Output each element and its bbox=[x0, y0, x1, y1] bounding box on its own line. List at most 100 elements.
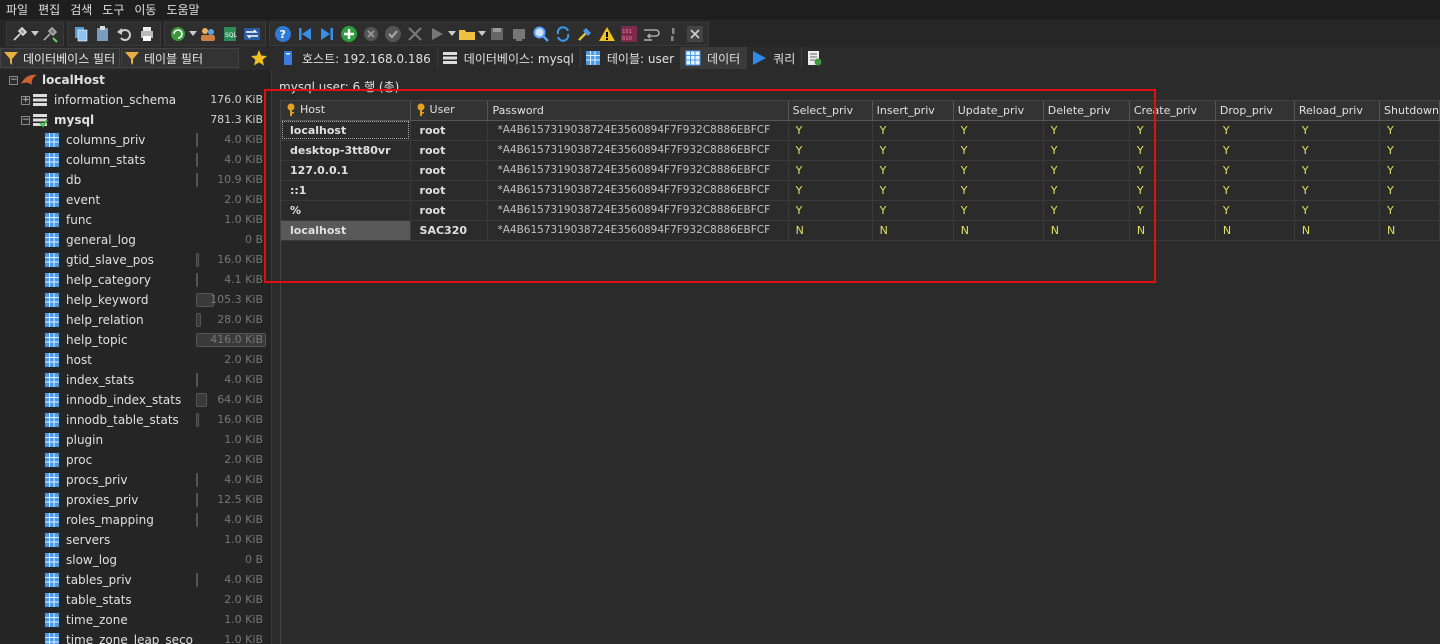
collapse-toggle[interactable]: − bbox=[21, 116, 30, 125]
table-cell[interactable]: Y bbox=[1294, 120, 1381, 141]
table-cell[interactable]: Y bbox=[872, 140, 954, 161]
table-cell[interactable]: Y bbox=[1379, 120, 1440, 141]
column-header[interactable]: Drop_priv bbox=[1215, 101, 1295, 121]
tree-table-item[interactable]: general_log bbox=[44, 230, 136, 250]
table-cell[interactable]: ::1 bbox=[281, 180, 411, 201]
tab-data[interactable]: 데이터 bbox=[681, 47, 748, 69]
tree-table-item[interactable]: columns_priv bbox=[44, 130, 145, 150]
table-row[interactable]: 127.0.0.1 root *A4B6157319038724E3560894F7… bbox=[281, 160, 1440, 181]
tree-table-item[interactable]: time_zone bbox=[44, 610, 128, 630]
table-cell[interactable]: Y bbox=[1215, 200, 1295, 221]
table-cell[interactable]: Y bbox=[872, 160, 954, 181]
paste-icon[interactable] bbox=[93, 24, 113, 44]
data-grid[interactable]: Host User Password Select_priv Insert_priv Up… bbox=[280, 100, 1440, 644]
menu-file[interactable]: 파일 bbox=[2, 0, 34, 20]
table-cell[interactable]: Y bbox=[1043, 140, 1130, 161]
table-cell[interactable]: N bbox=[1215, 220, 1295, 241]
table-cell[interactable]: root bbox=[410, 160, 489, 181]
copy-icon[interactable] bbox=[71, 24, 91, 44]
replace-icon[interactable] bbox=[553, 24, 573, 44]
table-cell[interactable]: root bbox=[410, 120, 489, 141]
menu-tools[interactable]: 도구 bbox=[98, 0, 130, 20]
close-icon[interactable] bbox=[685, 24, 705, 44]
table-cell[interactable]: Y bbox=[1129, 160, 1216, 181]
menu-edit[interactable]: 편집 bbox=[34, 0, 66, 20]
sync-icon[interactable] bbox=[242, 24, 262, 44]
tree-table-item[interactable]: gtid_slave_pos bbox=[44, 250, 154, 270]
tree-table-item[interactable]: help_keyword bbox=[44, 290, 148, 310]
table-cell[interactable]: Y bbox=[788, 140, 873, 161]
table-cell[interactable]: N bbox=[1379, 220, 1440, 241]
menu-search[interactable]: 검색 bbox=[66, 0, 98, 20]
tree-table-item[interactable]: procs_priv bbox=[44, 470, 127, 490]
table-cell[interactable]: N bbox=[872, 220, 954, 241]
tree-table-item[interactable]: slow_log bbox=[44, 550, 117, 570]
chevron-down-icon[interactable] bbox=[189, 24, 197, 44]
database-filter[interactable]: 데이터베이스 필터 bbox=[0, 48, 120, 68]
table-cell[interactable]: Y bbox=[1379, 180, 1440, 201]
table-cell[interactable]: Y bbox=[1379, 160, 1440, 181]
first-record-icon[interactable] bbox=[295, 24, 315, 44]
table-cell[interactable]: *A4B6157319038724E3560894F7F932C8886EBFC… bbox=[487, 140, 789, 161]
wrap-icon[interactable] bbox=[641, 24, 661, 44]
table-cell[interactable]: Y bbox=[953, 180, 1044, 201]
tab-table[interactable]: 테이블: user bbox=[580, 47, 682, 69]
table-cell[interactable]: *A4B6157319038724E3560894F7F932C8886EBFC… bbox=[487, 120, 789, 141]
table-cell[interactable]: Y bbox=[872, 180, 954, 201]
table-row[interactable]: desktop-3tt80vr root *A4B6157319038724E356… bbox=[281, 140, 1440, 161]
table-cell[interactable]: Y bbox=[1043, 180, 1130, 201]
table-cell[interactable]: SAC320 bbox=[410, 220, 489, 241]
column-header[interactable]: User bbox=[410, 101, 489, 121]
table-cell[interactable]: Y bbox=[953, 200, 1044, 221]
comment-icon[interactable] bbox=[663, 24, 683, 44]
table-cell[interactable]: Y bbox=[1129, 180, 1216, 201]
chevron-down-icon[interactable] bbox=[31, 24, 39, 44]
table-cell[interactable]: N bbox=[788, 220, 873, 241]
table-row[interactable]: ::1 root *A4B6157319038724E3560894F7F932C8… bbox=[281, 180, 1440, 201]
tree-table-item[interactable]: index_stats bbox=[44, 370, 134, 390]
table-cell[interactable]: Y bbox=[1379, 140, 1440, 161]
table-row[interactable]: localhost root *A4B6157319038724E3560894F7… bbox=[281, 120, 1440, 141]
column-header[interactable]: Delete_priv bbox=[1043, 101, 1130, 121]
binary-icon[interactable]: 101 010 bbox=[619, 24, 639, 44]
table-cell[interactable]: localhost bbox=[281, 120, 411, 141]
table-cell[interactable]: root bbox=[410, 180, 489, 201]
favorites-button[interactable] bbox=[248, 48, 270, 68]
user-manager-icon[interactable] bbox=[198, 24, 218, 44]
table-cell[interactable]: Y bbox=[1215, 180, 1295, 201]
delete-record-icon[interactable] bbox=[361, 24, 381, 44]
table-cell[interactable]: Y bbox=[1043, 200, 1130, 221]
table-cell[interactable]: Y bbox=[788, 180, 873, 201]
table-cell[interactable]: Y bbox=[1129, 120, 1216, 141]
post-record-icon[interactable] bbox=[383, 24, 403, 44]
tree-table-item[interactable]: proc bbox=[44, 450, 92, 470]
save-snippet-icon[interactable] bbox=[509, 24, 529, 44]
table-cell[interactable]: *A4B6157319038724E3560894F7F932C8886EBFC… bbox=[487, 180, 789, 201]
tree-table-item[interactable]: db bbox=[44, 170, 81, 190]
last-record-icon[interactable] bbox=[317, 24, 337, 44]
table-cell[interactable]: Y bbox=[1215, 120, 1295, 141]
tree-table-item[interactable]: column_stats bbox=[44, 150, 145, 170]
column-header[interactable]: Reload_priv bbox=[1294, 101, 1381, 121]
collapse-toggle[interactable]: − bbox=[9, 76, 18, 85]
table-cell[interactable]: *A4B6157319038724E3560894F7F932C8886EBFC… bbox=[487, 160, 789, 181]
tree-table-item[interactable]: innodb_table_stats bbox=[44, 410, 179, 430]
tree-table-item[interactable]: servers bbox=[44, 530, 110, 550]
table-cell[interactable]: localhost bbox=[281, 220, 411, 241]
table-cell[interactable]: Y bbox=[1129, 200, 1216, 221]
table-cell[interactable]: Y bbox=[1294, 180, 1381, 201]
table-cell[interactable]: Y bbox=[1294, 160, 1381, 181]
table-cell[interactable]: N bbox=[1129, 220, 1216, 241]
tree-table-item[interactable]: event bbox=[44, 190, 100, 210]
export-sql-icon[interactable]: SQL bbox=[220, 24, 240, 44]
table-cell[interactable]: Y bbox=[953, 160, 1044, 181]
table-cell[interactable]: Y bbox=[953, 120, 1044, 141]
table-cell[interactable]: *A4B6157319038724E3560894F7F932C8886EBFC… bbox=[487, 220, 789, 241]
tree-table-item[interactable]: plugin bbox=[44, 430, 103, 450]
undo-icon[interactable] bbox=[115, 24, 135, 44]
connect-icon[interactable] bbox=[10, 24, 30, 44]
table-cell[interactable]: N bbox=[1043, 220, 1130, 241]
table-cell[interactable]: Y bbox=[953, 140, 1044, 161]
table-cell[interactable]: root bbox=[410, 200, 489, 221]
print-icon[interactable] bbox=[137, 24, 157, 44]
